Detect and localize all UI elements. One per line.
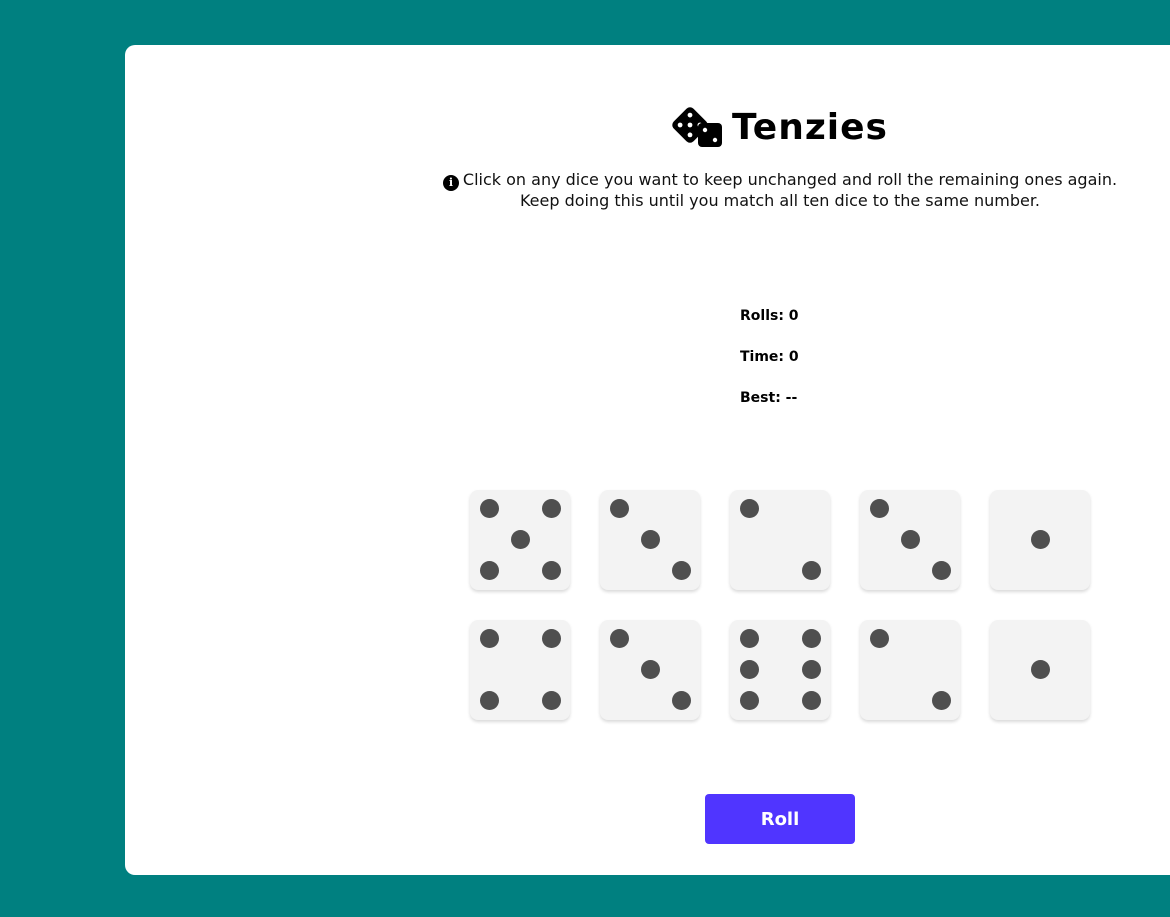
die-pip [739,628,759,648]
die-pip [801,560,821,580]
die-pip [801,628,821,648]
die-pip [479,690,499,710]
page-title: Tenzies [732,106,888,148]
die-pip [541,560,561,580]
die-pip [479,560,499,580]
die-pip [931,690,951,710]
timer: Time: 0 [740,349,799,365]
die-pip [801,659,821,679]
die-pip [541,690,561,710]
dice-grid [470,490,1090,720]
die-pip [869,498,889,518]
die-3[interactable] [730,490,830,590]
info-icon: i [442,175,459,191]
instructions-line-1: i Click on any dice you want to keep unch… [125,170,1170,191]
die-pip [931,560,951,580]
die-4[interactable] [860,490,960,590]
rolls-counter: Rolls: 0 [740,308,799,324]
title-row: Tenzies [125,105,1170,149]
die-pip [671,690,691,710]
die-pip [479,498,499,518]
die-pip [609,498,629,518]
die-5[interactable] [990,490,1090,590]
die-pip [900,529,920,549]
die-2[interactable] [600,490,700,590]
die-pip [801,690,821,710]
die-pip [510,529,530,549]
die-pip [541,628,561,648]
instructions-text-1: Click on any dice you want to keep uncha… [462,170,1118,189]
die-7[interactable] [600,620,700,720]
die-pip [869,628,889,648]
die-pip [739,659,759,679]
die-6[interactable] [470,620,570,720]
best-score: Best: -- [740,390,798,406]
die-8[interactable] [730,620,830,720]
die-pip [739,498,759,518]
dice-icon [672,105,724,149]
instructions-line-2: Keep doing this until you match all ten … [519,191,1041,210]
stats-panel: Rolls: 0 Time: 0 Best: -- [740,308,799,431]
die-pip [479,628,499,648]
game-card: Tenzies i Click on any dice you want to k… [125,45,1170,875]
roll-button[interactable]: Roll [705,794,855,844]
die-10[interactable] [990,620,1090,720]
die-pip [1030,659,1050,679]
die-1[interactable] [470,490,570,590]
die-pip [640,529,660,549]
instructions: i Click on any dice you want to keep unch… [125,170,1170,211]
die-pip [640,659,660,679]
die-pip [609,628,629,648]
die-pip [1030,529,1050,549]
die-pip [739,690,759,710]
die-pip [671,560,691,580]
die-pip [541,498,561,518]
die-9[interactable] [860,620,960,720]
